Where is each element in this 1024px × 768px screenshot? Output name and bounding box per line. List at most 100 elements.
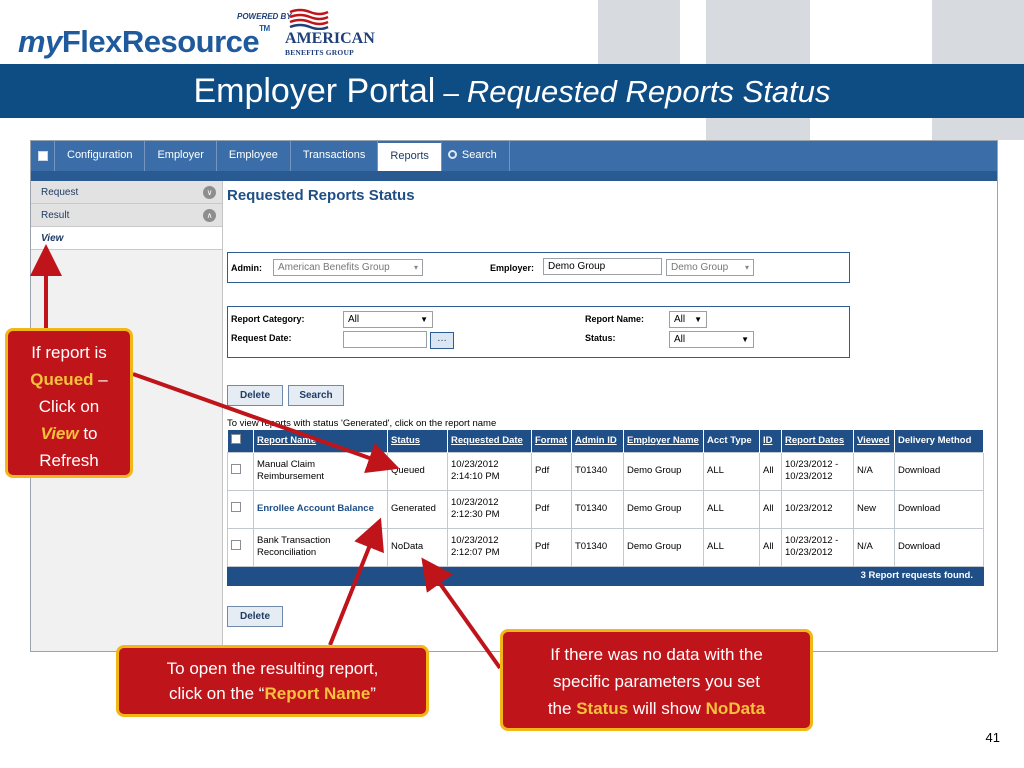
- col-admin-id[interactable]: Admin ID: [571, 430, 624, 452]
- report-category-label: Report Category:: [231, 314, 305, 324]
- background-block: [706, 118, 810, 140]
- calendar-button[interactable]: …: [430, 332, 454, 349]
- row-checkbox[interactable]: [231, 502, 241, 512]
- col-format[interactable]: Format: [531, 430, 572, 452]
- viewed-cell: New: [853, 489, 895, 529]
- col-status[interactable]: Status: [387, 430, 448, 452]
- app-window: Configuration Employer Employee Transact…: [30, 140, 998, 652]
- request-date-input[interactable]: [343, 331, 427, 348]
- employer-select[interactable]: Demo Group ▾: [666, 259, 754, 276]
- table-row: Manual Claim Reimbursement Queued 10/23/…: [227, 451, 984, 491]
- admin-select[interactable]: American Benefits Group ▾: [273, 259, 423, 276]
- delivery-method-cell: Download: [894, 451, 984, 491]
- report-category-select[interactable]: All ▼: [343, 311, 433, 328]
- select-all-checkbox[interactable]: [230, 434, 241, 445]
- requested-date-cell: 10/23/2012 2:12:07 PM: [447, 527, 532, 567]
- tab-transactions[interactable]: Transactions: [291, 141, 379, 171]
- viewed-cell: N/A: [853, 451, 895, 491]
- sub-nav-bar: [31, 171, 997, 181]
- id-cell: All: [759, 489, 782, 529]
- col-report-dates[interactable]: Report Dates: [781, 430, 854, 452]
- sidebar-item-request[interactable]: Request ∨: [31, 181, 222, 204]
- delete-button[interactable]: Delete: [227, 385, 283, 406]
- report-dates-cell: 10/23/2012 - 10/23/2012: [781, 527, 854, 567]
- id-cell: All: [759, 451, 782, 491]
- admin-id-cell: T01340: [571, 527, 624, 567]
- acct-type-cell: ALL: [703, 489, 760, 529]
- format-cell: Pdf: [531, 527, 572, 567]
- requested-date-cell: 10/23/2012 2:12:30 PM: [447, 489, 532, 529]
- callout-queued: If report is Queued – Click on View to R…: [5, 328, 133, 478]
- page-number: 41: [985, 730, 1000, 745]
- page-title: Requested Reports Status: [227, 187, 415, 204]
- report-name-link[interactable]: Enrollee Account Balance: [253, 489, 388, 529]
- report-name-select[interactable]: All ▼: [669, 311, 707, 328]
- col-acct-type: Acct Type: [703, 430, 760, 452]
- chevron-down-icon[interactable]: ∨: [203, 186, 216, 199]
- employer-label: Employer:: [490, 263, 535, 273]
- status-cell: NoData: [387, 527, 448, 567]
- tab-search[interactable]: Search: [442, 141, 510, 171]
- background-block: [932, 118, 1024, 140]
- col-viewed[interactable]: Viewed: [853, 430, 895, 452]
- employer-input[interactable]: Demo Group: [543, 258, 662, 275]
- top-navigation: Configuration Employer Employee Transact…: [31, 141, 997, 171]
- tab-employee[interactable]: Employee: [217, 141, 291, 171]
- sidebar-item-result[interactable]: Result ∧: [31, 204, 222, 227]
- table-header-row: Report Name Status Requested Date Format…: [227, 430, 984, 452]
- status-select[interactable]: All ▼: [669, 331, 754, 348]
- report-dates-cell: 10/23/2012 - 10/23/2012: [781, 451, 854, 491]
- col-id[interactable]: ID: [759, 430, 782, 452]
- dropdown-arrow-icon: ▼: [741, 335, 749, 344]
- flag-icon: [289, 8, 329, 30]
- format-cell: Pdf: [531, 451, 572, 491]
- status-cell: Queued: [387, 451, 448, 491]
- main-content: Requested Reports Status Admin: American…: [227, 181, 987, 651]
- acct-type-cell: ALL: [703, 527, 760, 567]
- chevron-up-icon[interactable]: ∧: [203, 209, 216, 222]
- tab-employer[interactable]: Employer: [145, 141, 217, 171]
- dropdown-arrow-icon: ▼: [420, 315, 428, 324]
- format-cell: Pdf: [531, 489, 572, 529]
- col-report-name[interactable]: Report Name: [253, 430, 388, 452]
- report-filter-box: Report Category: All ▼ Request Date: … Re…: [227, 306, 850, 358]
- reports-table: Report Name Status Requested Date Format…: [227, 430, 984, 586]
- report-name-cell: Bank Transaction Reconciliation: [253, 527, 388, 567]
- admin-id-cell: T01340: [571, 489, 624, 529]
- callout-report-name: To open the resulting report, click on t…: [116, 645, 429, 717]
- search-button[interactable]: Search: [288, 385, 344, 406]
- slide: myFlexResourceTM POWERED BY AMERICAN BEN…: [0, 0, 1024, 768]
- table-row: Bank Transaction Reconciliation NoData 1…: [227, 527, 984, 567]
- status-label: Status:: [585, 333, 616, 343]
- report-dates-cell: 10/23/2012: [781, 489, 854, 529]
- myflexresource-logo: myFlexResourceTM POWERED BY AMERICAN BEN…: [18, 8, 375, 62]
- delete-button-bottom[interactable]: Delete: [227, 606, 283, 627]
- col-employer-name[interactable]: Employer Name: [623, 430, 704, 452]
- slide-title: Employer Portal – Requested Reports Status: [193, 72, 831, 110]
- col-delivery-method: Delivery Method: [894, 430, 984, 452]
- dropdown-arrow-icon: ▼: [694, 315, 702, 324]
- col-requested-date[interactable]: Requested Date: [447, 430, 532, 452]
- result-count: 3 Report requests found.: [227, 565, 984, 586]
- sidebar-item-view[interactable]: View: [31, 227, 222, 250]
- request-date-label: Request Date:: [231, 333, 292, 343]
- row-checkbox[interactable]: [231, 464, 241, 474]
- admin-label: Admin:: [231, 263, 262, 273]
- tab-configuration[interactable]: Configuration: [55, 141, 146, 171]
- delivery-method-cell: Download: [894, 527, 984, 567]
- callout-nodata: If there was no data with the specific p…: [500, 629, 813, 731]
- employer-name-cell: Demo Group: [623, 451, 704, 491]
- employer-name-cell: Demo Group: [623, 489, 704, 529]
- row-checkbox[interactable]: [231, 540, 241, 550]
- tab-reports[interactable]: Reports: [378, 141, 442, 171]
- background-block: [932, 0, 1024, 64]
- home-icon[interactable]: [31, 141, 55, 171]
- background-block: [706, 0, 810, 64]
- select-all-checkbox-cell: [227, 430, 254, 452]
- status-cell: Generated: [387, 489, 448, 529]
- viewed-cell: N/A: [853, 527, 895, 567]
- background-block: [598, 0, 680, 64]
- id-cell: All: [759, 527, 782, 567]
- admin-filter-box: Admin: American Benefits Group ▾ Employer…: [227, 252, 850, 283]
- search-icon: [447, 150, 457, 159]
